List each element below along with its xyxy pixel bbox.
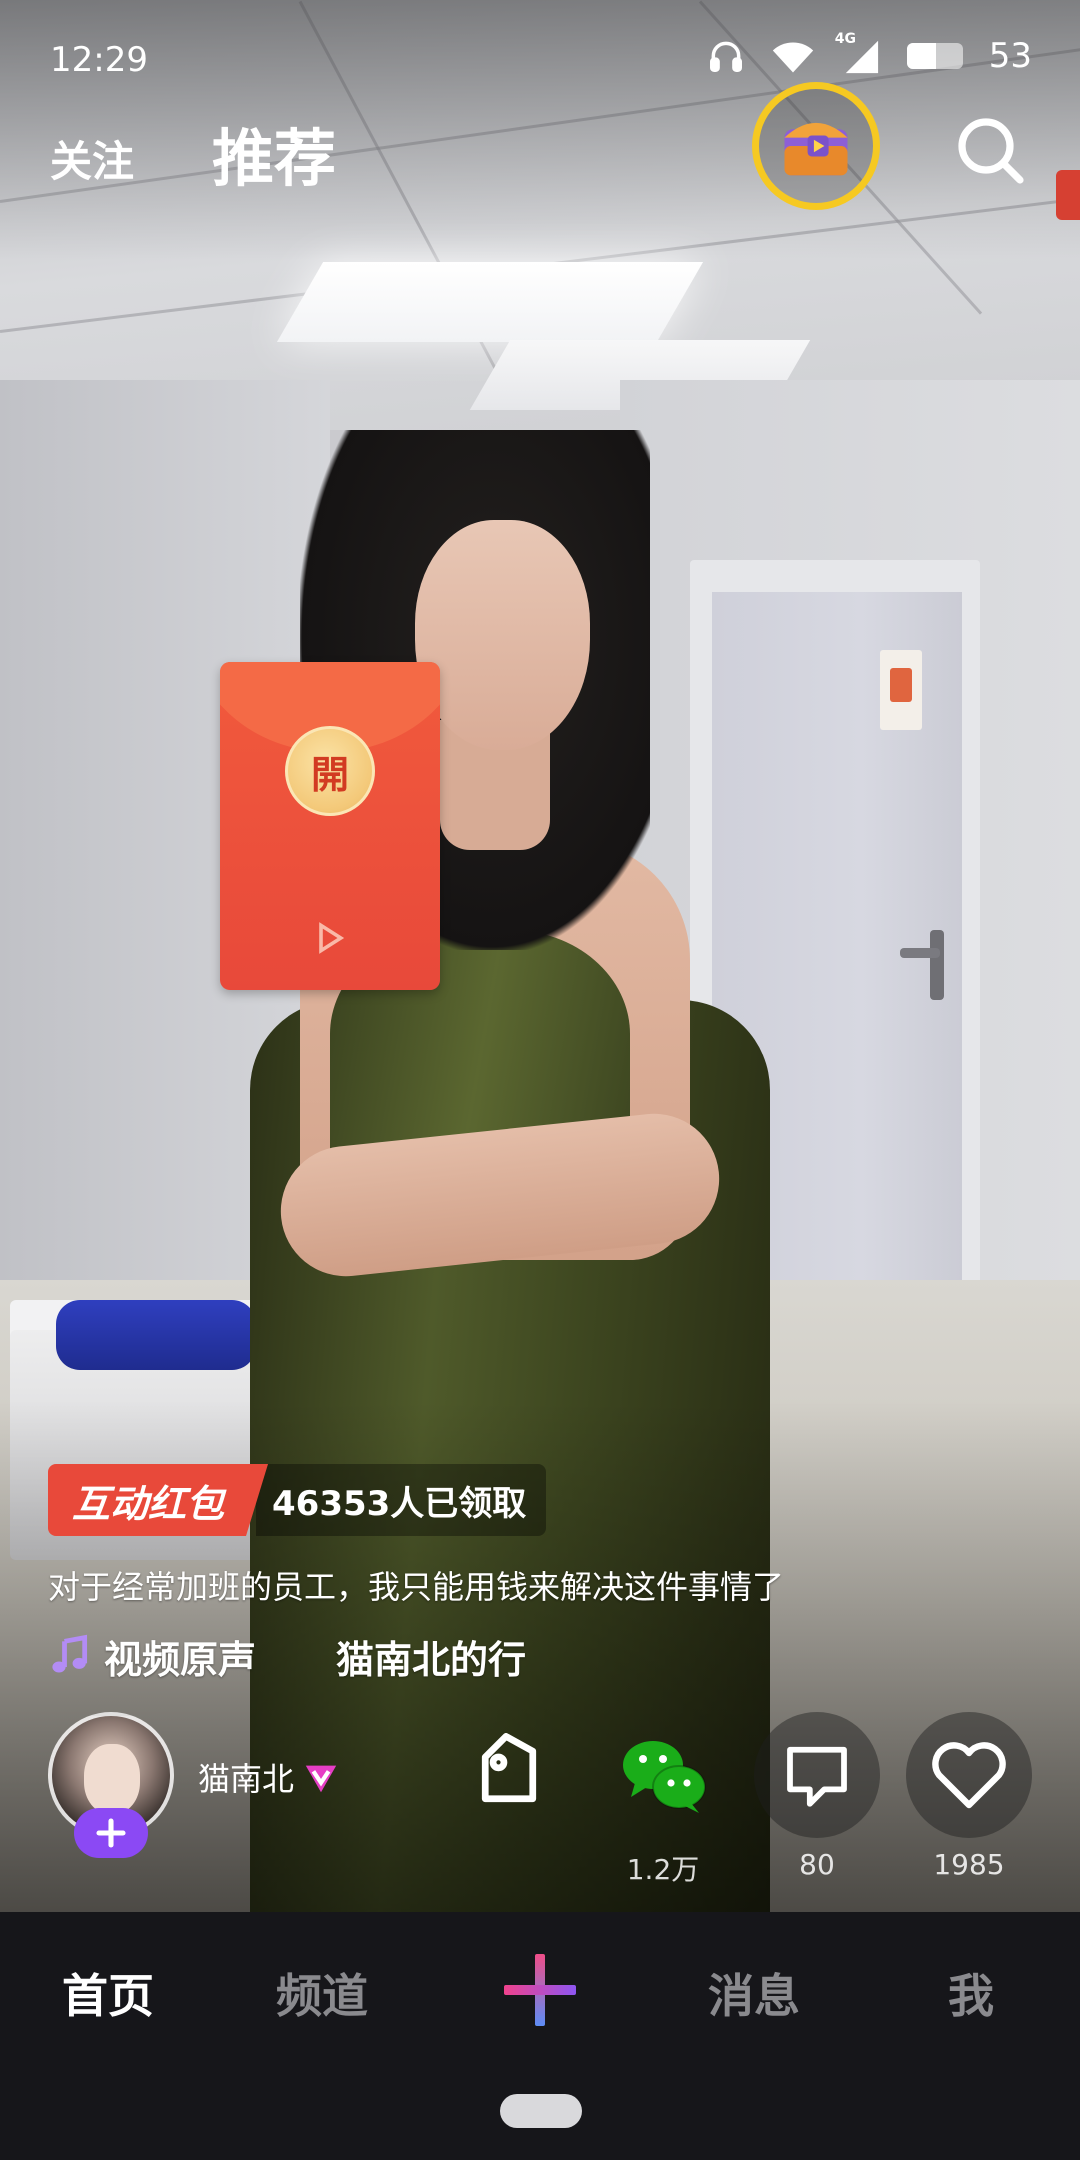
comment-count: 80: [799, 1848, 835, 1881]
treasure-chest-icon: [784, 122, 848, 176]
plus-icon: [96, 1818, 126, 1848]
open-coin: 開: [285, 726, 375, 816]
tab-messages[interactable]: 消息: [708, 1960, 800, 2026]
wechat-count: 1.2万: [626, 1853, 700, 1886]
headphones-icon: [709, 41, 742, 72]
treasure-chest-button[interactable]: [752, 82, 880, 210]
video-caption[interactable]: 对于经常加班的员工，我只能用钱来解决这件事情了: [48, 1562, 784, 1608]
heart-icon: [932, 1742, 1006, 1809]
tag-button[interactable]: [446, 1712, 572, 1838]
author-name-row[interactable]: 猫南北: [198, 1754, 340, 1800]
door-handle: [930, 930, 944, 1000]
music-label: 视频原声: [104, 1637, 257, 1682]
person-face: [415, 520, 590, 750]
tab-home[interactable]: 首页: [62, 1960, 154, 2026]
follow-button[interactable]: [74, 1808, 148, 1858]
search-button[interactable]: [950, 110, 1030, 190]
wechat-circle: [600, 1712, 726, 1838]
avatar-face: [84, 1744, 140, 1814]
red-packet-tag: 互动红包: [48, 1464, 269, 1536]
author-name: 猫南北: [198, 1760, 295, 1798]
music-scroll-text: 猫南北的行: [336, 1637, 527, 1682]
like-count: 1985: [933, 1848, 1005, 1881]
battery-fill: [906, 43, 937, 69]
network-type: 4G: [834, 31, 856, 47]
comment-icon: [787, 1746, 847, 1807]
tab-recommend[interactable]: 推荐: [212, 108, 336, 198]
like-circle: [906, 1712, 1032, 1838]
tag-circle: [446, 1712, 572, 1838]
comment-circle: [754, 1712, 880, 1838]
battery-level: 53: [988, 36, 1032, 76]
like-button[interactable]: 1985: [906, 1712, 1032, 1881]
tab-channel[interactable]: 频道: [276, 1960, 368, 2026]
tab-follow[interactable]: 关注: [50, 128, 134, 189]
vip-badge-icon: [305, 1765, 337, 1793]
red-envelope-button[interactable]: 開: [220, 662, 440, 990]
status-time: 12:29: [50, 40, 148, 80]
folded-cloth: [56, 1300, 256, 1370]
music-note-icon: [52, 1634, 88, 1673]
door-handle: [900, 948, 940, 958]
tag-icon: [481, 1733, 537, 1803]
music-ticker[interactable]: 视频原声 猫南北的行: [48, 1626, 568, 1686]
home-indicator[interactable]: [500, 2094, 582, 2128]
search-icon: [958, 118, 1024, 184]
create-plus-icon: [504, 1954, 576, 2026]
red-packet-count: 46353人已领取: [256, 1464, 547, 1536]
red-packet-banner[interactable]: 互动红包 46353人已领取: [48, 1464, 547, 1536]
wechat-icon: [623, 1741, 706, 1813]
cell-signal: 4G: [835, 31, 881, 75]
wall-alarm: [1056, 170, 1080, 220]
wechat-share-button[interactable]: 1.2万: [600, 1712, 726, 1888]
create-button[interactable]: [500, 1950, 580, 2030]
ceiling-light: [276, 262, 704, 342]
door-sticker: [880, 650, 922, 730]
status-bar: 12:29 4G 53: [0, 0, 1080, 110]
status-icons: 4G 53: [707, 31, 1032, 76]
play-logo-icon: [319, 922, 345, 954]
comment-button[interactable]: 80: [754, 1712, 880, 1881]
tab-me[interactable]: 我: [948, 1960, 994, 2026]
wifi-icon: [772, 42, 813, 73]
battery-icon: [906, 43, 963, 69]
